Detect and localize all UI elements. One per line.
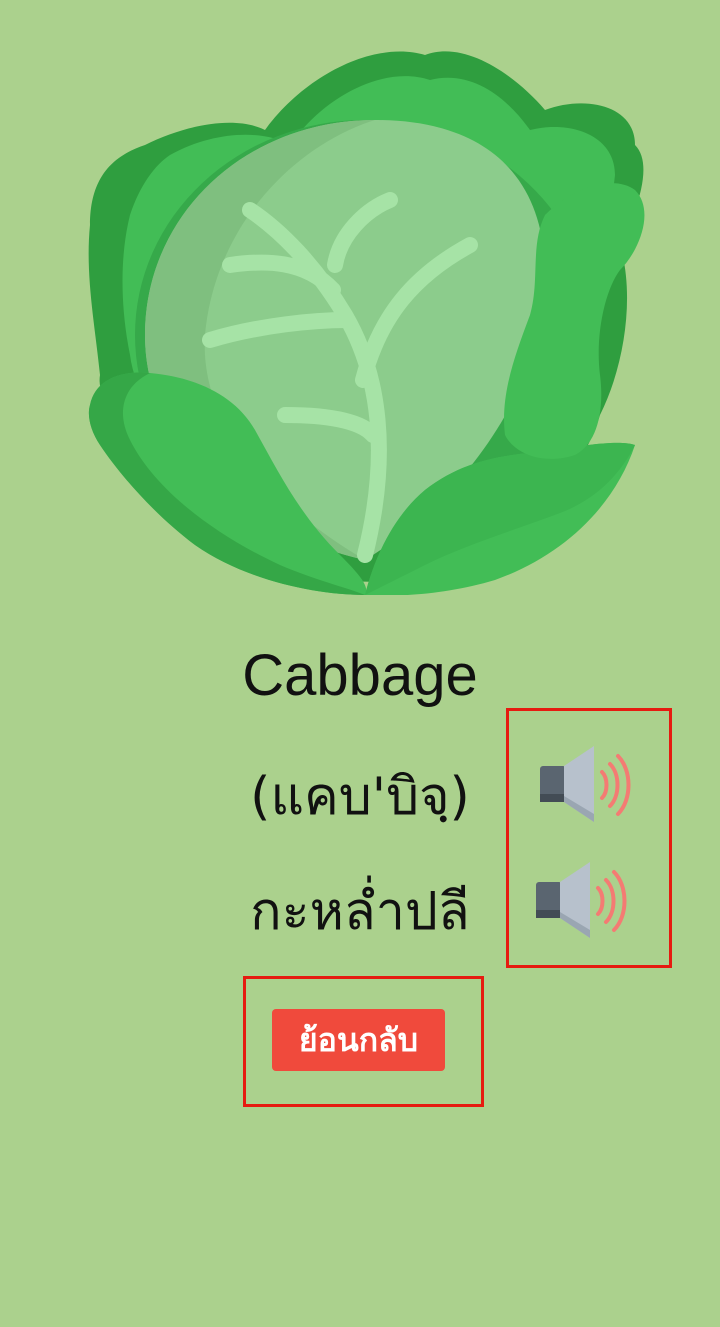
thai-translation: กะหล่ำปลี [250,882,470,942]
play-english-audio-button[interactable] [532,740,642,830]
play-thai-audio-button[interactable] [528,856,638,946]
speaker-icon [536,862,627,938]
cabbage-icon [88,51,645,596]
cabbage-illustration [75,35,650,596]
english-word: Cabbage [242,643,478,708]
speaker-icon [540,746,631,822]
phonetic-transcription: (แคบ'บิจฺ) [250,767,470,827]
back-button[interactable]: ย้อนกลับ [272,1009,445,1071]
